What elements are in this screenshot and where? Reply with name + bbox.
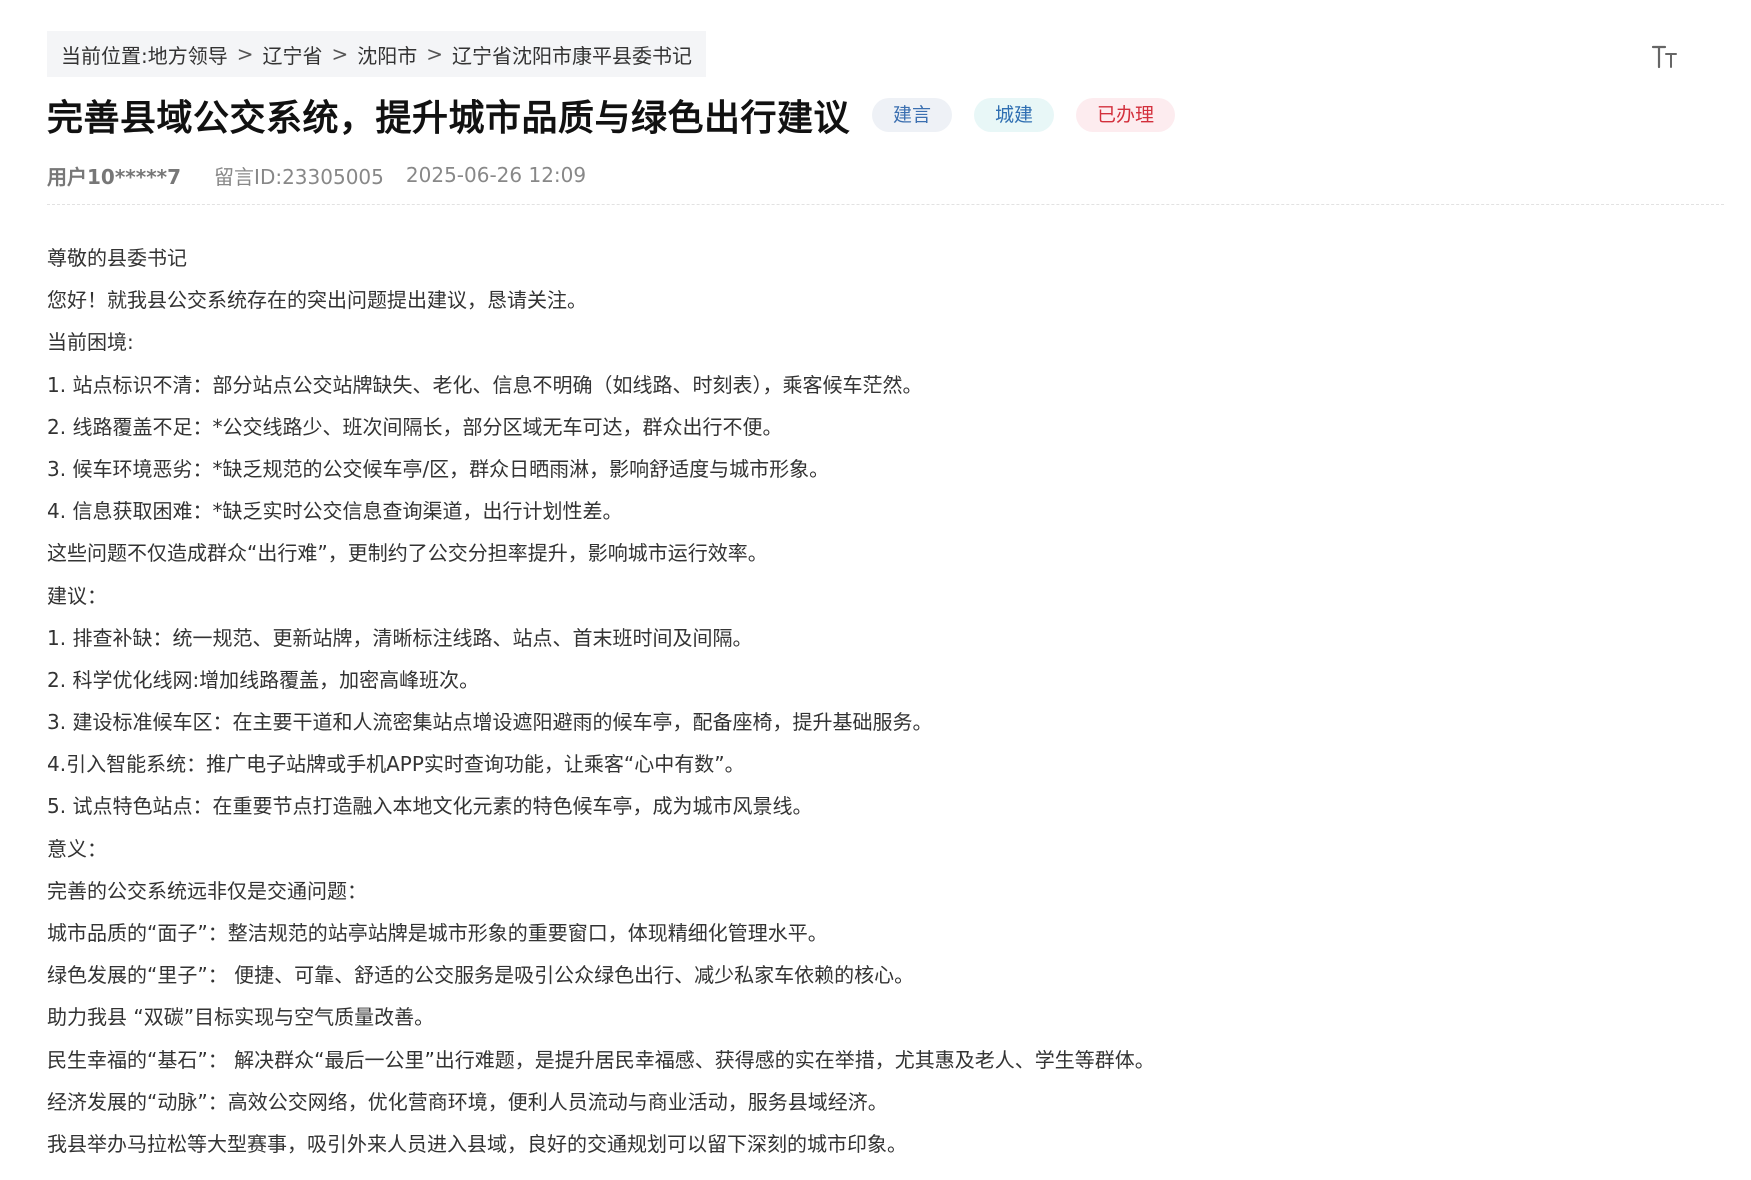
body-paragraph: 尊敬的县委书记 [47,246,187,270]
body-paragraph: 完善的公交系统远非仅是交通问题： [47,878,367,903]
post-body: 尊敬的县委书记 您好！就我县公交系统存在的突出问题提出建议，恳请关注。 当前困境… [47,237,1707,1165]
breadcrumb-item-local-leaders[interactable]: 地方领导 [148,40,228,69]
body-paragraph: 您好！就我县公交系统存在的突出问题提出建议，恳请关注。 [47,288,587,313]
category-tag: 城建 [974,98,1055,132]
body-paragraph: 1. 排查补缺：统一规范、更新站牌，清晰标注线路、站点、首末班时间及间隔。 [47,625,753,650]
body-paragraph: 3. 建设标准候车区：在主要干道和人流密集站点增设遮阳避雨的候车亭，配备座椅，提… [47,710,933,735]
breadcrumb-prefix: 当前位置: [61,43,148,68]
body-paragraph: 我县举办马拉松等大型赛事，吸引外来人员进入县域，良好的交通规划可以留下深刻的城市… [47,1131,907,1156]
body-paragraph: 2. 科学优化线网:增加线路覆盖，加密高峰班次。 [47,667,480,692]
font-size-icon[interactable] [1649,40,1681,72]
status-badge: 已办理 [1076,98,1176,132]
breadcrumb: 当前位置: 地方领导 > 辽宁省 > 沈阳市 > 辽宁省沈阳市康平县委书记 [47,31,707,77]
breadcrumb-separator: > [426,42,444,66]
post-meta: 用户10*****7 留言ID:23305005 2025-06-26 12:0… [47,160,586,190]
message-id: 留言ID:23305005 [214,164,384,189]
breadcrumb-item-current[interactable]: 辽宁省沈阳市康平县委书记 [452,40,692,69]
post-title: 完善县域公交系统，提升城市品质与绿色出行建议 [47,98,851,139]
body-paragraph: 当前困境: [47,330,134,355]
body-paragraph: 4. 信息获取困难：*缺乏实时公交信息查询渠道，出行计划性差。 [47,499,623,524]
breadcrumb-item-province[interactable]: 辽宁省 [263,40,323,69]
author-name: 用户10*****7 [47,164,182,189]
breadcrumb-item-city[interactable]: 沈阳市 [357,40,417,69]
body-paragraph: 1. 站点标识不清：部分站点公交站牌缺失、老化、信息不明确（如线路、时刻表），乘… [47,372,923,397]
body-paragraph: 3. 候车环境恶劣：*缺乏规范的公交候车亭/区，群众日晒雨淋，影响舒适度与城市形… [47,456,830,481]
type-tag: 建言 [872,98,953,132]
body-paragraph: 这些问题不仅造成群众“出行难”，更制约了公交分担率提升，影响城市运行效率。 [47,541,768,566]
body-paragraph: 经济发展的“动脉”：高效公交网络，优化营商环境，便利人员流动与商业活动，服务县域… [47,1089,888,1114]
body-paragraph: 4.引入智能系统：推广电子站牌或手机APP实时查询功能，让乘客“心中有数”。 [47,752,745,777]
body-paragraph: 城市品质的“面子”：整洁规范的站亭站牌是城市形象的重要窗口，体现精细化管理水平。 [47,921,828,945]
body-paragraph: 建议： [47,583,107,608]
body-paragraph: 意义： [47,836,107,861]
breadcrumb-separator: > [236,42,254,66]
divider [47,204,1724,205]
body-paragraph: 民生幸福的“基石”： 解决群众“最后一公里”出行难题，是提升居民幸福感、获得感的… [47,1047,1155,1072]
message-detail-page: 当前位置: 地方领导 > 辽宁省 > 沈阳市 > 辽宁省沈阳市康平县委书记 完善… [0,0,1751,1180]
body-paragraph: 绿色发展的“里子”： 便捷、可靠、舒适的公交服务是吸引公众绿色出行、减少私家车依… [47,963,915,988]
title-row: 完善县域公交系统，提升城市品质与绿色出行建议 建言 城建 已办理 [47,90,1197,140]
breadcrumb-separator: > [331,42,349,66]
body-paragraph: 2. 线路覆盖不足：*公交线路少、班次间隔长，部分区域无车可达，群众出行不便。 [47,414,783,439]
body-paragraph: 助力我县 “双碳”目标实现与空气质量改善。 [47,1005,435,1030]
body-paragraph: 5. 试点特色站点：在重要节点打造融入本地文化元素的特色候车亭，成为城市风景线。 [47,794,813,819]
post-datetime: 2025-06-26 12:09 [405,163,587,187]
